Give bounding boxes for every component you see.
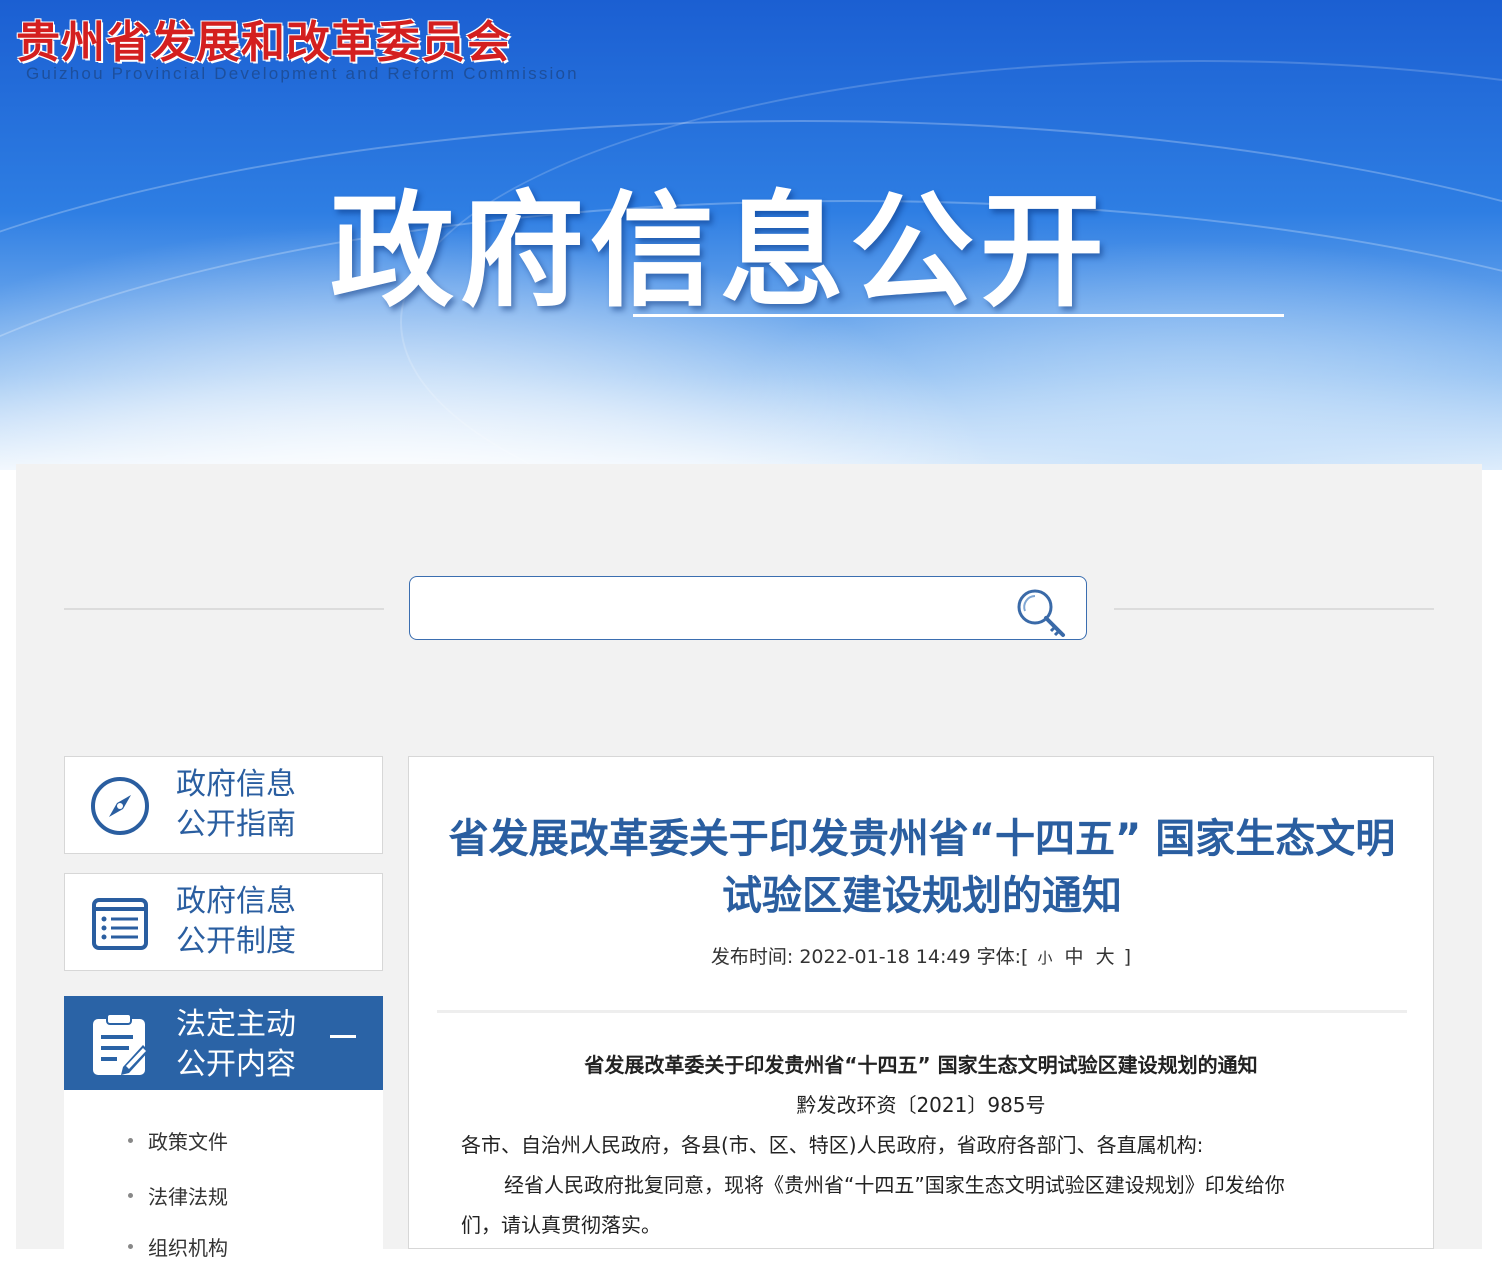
search-divider-right — [1114, 608, 1434, 610]
sidebar-item-statutory-content[interactable]: 法定主动 公开内容 — [64, 996, 383, 1090]
list-document-icon — [89, 892, 151, 954]
sidebar-item-label: 法定主动 公开内容 — [176, 1005, 296, 1085]
sidebar-item-guide[interactable]: 政府信息 公开指南 — [64, 756, 383, 854]
compass-icon — [89, 775, 151, 837]
meta-bracket: ] — [1123, 946, 1132, 968]
recipients-text: 各市、自治州人民政府，各县(市、区、特区)人民政府，省政府各部门、各直属机构: — [461, 1133, 1204, 1157]
article-meta: 发布时间: 2022-01-18 14:49 字体:[ 小 中 大 ] — [409, 942, 1433, 969]
subnav-item-laws[interactable]: 法律法规 — [128, 1181, 228, 1210]
sidebar-label-line: 公开内容 — [176, 1047, 296, 1082]
article-content: 省发展改革委关于印发贵州省“十四五” 国家生态文明试验区建设规划的通知 发布时间… — [408, 756, 1434, 1249]
header-banner: 贵州省发展和改革委员会 Guizhou Provincial Developme… — [0, 0, 1502, 470]
body-title: 省发展改革委关于印发贵州省“十四五” 国家生态文明试验区建设规划的通知 — [584, 1053, 1258, 1077]
sidebar-label-line: 公开指南 — [176, 807, 296, 842]
banner-underline — [633, 314, 1284, 317]
body-paragraph-line: 经省人民政府批复同意，现将《贵州省“十四五”国家生态文明试验区建设规划》印发给你 — [504, 1173, 1285, 1197]
sidebar-label-line: 政府信息 — [176, 767, 296, 802]
subnav-item-organization[interactable]: 组织机构 — [128, 1232, 228, 1261]
org-name-cn[interactable]: 贵州省发展和改革委员会 — [16, 6, 511, 70]
sidebar-label-line: 公开制度 — [176, 924, 296, 959]
sidebar-label-line: 法定主动 — [176, 1007, 296, 1042]
subnav-item-policy[interactable]: 政策文件 — [128, 1126, 228, 1155]
search-key-icon[interactable] — [1013, 587, 1069, 641]
collapse-minus-icon[interactable] — [330, 1035, 356, 1038]
sidebar-item-label: 政府信息 公开制度 — [176, 882, 296, 962]
search-input[interactable] — [424, 589, 1008, 629]
sidebar-item-label: 政府信息 公开指南 — [176, 765, 296, 845]
publish-time: 发布时间: 2022-01-18 14:49 字体:[ — [710, 946, 1029, 968]
org-name-en: Guizhou Provincial Development and Refor… — [26, 64, 579, 83]
font-size-small-button[interactable]: 小 — [1037, 949, 1052, 967]
search-divider-left — [64, 608, 384, 610]
banner-title: 政府信息公开 — [330, 180, 1111, 324]
sidebar-label-line: 政府信息 — [176, 884, 296, 919]
article-divider — [437, 1010, 1407, 1013]
font-size-medium-button[interactable]: 中 — [1065, 946, 1084, 968]
document-number: 黔发改环资〔2021〕985号 — [796, 1093, 1046, 1117]
search-box[interactable] — [409, 576, 1087, 640]
body-paragraph-line: 们，请认真贯彻落实。 — [461, 1213, 661, 1237]
sidebar-subnav: 政策文件 法律法规 组织机构 — [64, 1090, 383, 1260]
clipboard-edit-icon — [89, 1011, 151, 1075]
sidebar-item-system[interactable]: 政府信息 公开制度 — [64, 873, 383, 971]
article-title: 省发展改革委关于印发贵州省“十四五” 国家生态文明试验区建设规划的通知 — [448, 816, 1396, 919]
font-size-large-button[interactable]: 大 — [1096, 946, 1115, 968]
